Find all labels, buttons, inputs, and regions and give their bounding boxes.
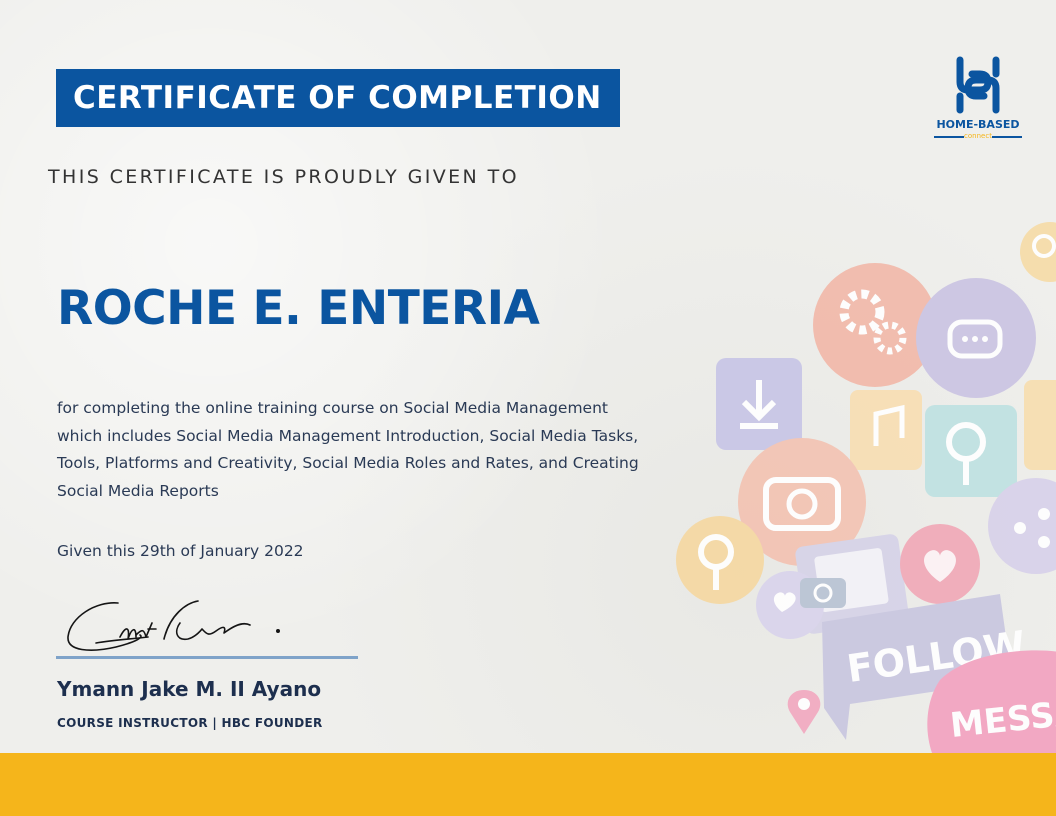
left-magnifier-icon: [676, 516, 764, 604]
certificate-title: CERTIFICATE OF COMPLETION: [73, 80, 602, 116]
bottom-yellow-band: [0, 753, 1056, 816]
title-banner: CERTIFICATE OF COMPLETION: [56, 69, 620, 127]
home-based-connect-logo: HOME-BASED connect: [928, 52, 1028, 147]
signature-icon: [67, 600, 281, 651]
recipient-name: ROCHE E. ENTERIA: [57, 281, 540, 336]
location-pin-icon: [787, 690, 821, 734]
course-description: for completing the online training cours…: [57, 399, 639, 500]
logo-rule-right: [992, 136, 1022, 138]
music-note-icon: [850, 390, 922, 470]
certificate: CERTIFICATE OF COMPLETION HOME-BASED con…: [0, 0, 1056, 816]
logo-name: HOME-BASED: [936, 118, 1020, 131]
given-to-label: THIS CERTIFICATE IS PROUDLY GIVEN TO: [48, 166, 519, 188]
signature-line: [56, 656, 358, 659]
search-tile-icon: [925, 405, 1017, 497]
instructor-name: Ymann Jake M. II Ayano: [57, 677, 322, 701]
date-line: Given this 29th of January 2022: [57, 542, 304, 560]
instructor-role: COURSE INSTRUCTOR | HBC FOUNDER: [57, 716, 323, 730]
social-media-illustration: FOLLOW MESSAG: [676, 222, 1056, 753]
h-logo-icon: [956, 56, 1000, 114]
